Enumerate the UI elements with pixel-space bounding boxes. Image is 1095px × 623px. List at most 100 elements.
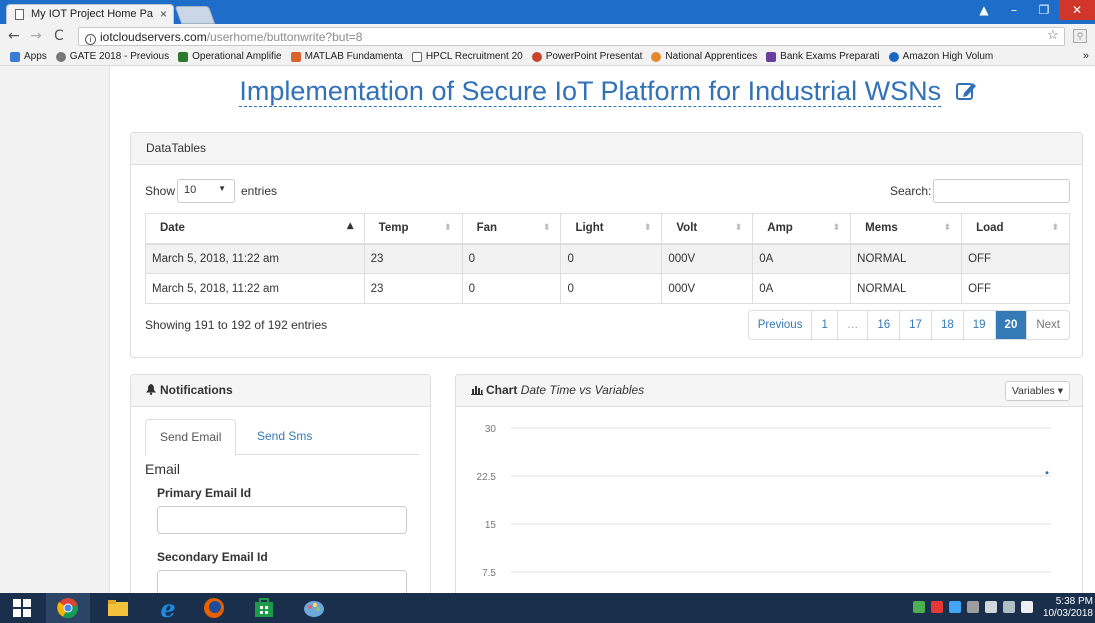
site-favicon-icon — [888, 51, 899, 62]
page-link[interactable]: 19 — [964, 311, 996, 339]
windows-logo-icon — [13, 599, 31, 617]
bookmark-hpcl[interactable]: HPCL Recruitment 20 — [411, 51, 523, 62]
table-cell: NORMAL — [850, 273, 963, 304]
bookmark-apps[interactable]: Apps — [10, 51, 47, 62]
bookmarks-bar: Apps GATE 2018 - Previous Operational Am… — [0, 48, 1095, 66]
tray-app-icon[interactable] — [913, 601, 925, 613]
tray-app-icon[interactable] — [949, 601, 961, 613]
page-title: Implementation of Secure IoT Platform fo… — [208, 76, 1008, 107]
taskbar-paint[interactable] — [292, 593, 336, 623]
bookmark-apprentices[interactable]: National Apprentices — [651, 51, 757, 62]
bookmark-gate[interactable]: GATE 2018 - Previous — [55, 51, 169, 62]
reload-icon[interactable]: C — [54, 28, 64, 44]
search-label: Search: — [890, 184, 932, 198]
table-cell: March 5, 2018, 11:22 am — [145, 243, 365, 274]
site-favicon-icon — [651, 51, 662, 62]
show-label: Show — [145, 184, 176, 198]
page-length-select[interactable]: 10 ▼ — [177, 179, 235, 203]
browser-tab[interactable]: My IOT Project Home Pa × — [6, 4, 174, 24]
page-link[interactable]: 16 — [868, 311, 901, 339]
bookmark-matlab[interactable]: MATLAB Fundamenta — [290, 51, 403, 62]
column-header-light[interactable]: Light ⬍ — [560, 213, 663, 245]
sort-icon: ⬍ — [643, 223, 652, 233]
gear-icon — [55, 51, 66, 62]
bookmark-amazon[interactable]: Amazon High Volum — [888, 51, 993, 62]
sort-icon: ⬍ — [832, 223, 841, 233]
start-button[interactable] — [0, 593, 44, 623]
primary-email-field[interactable] — [157, 506, 407, 534]
page-link[interactable]: 17 — [900, 311, 932, 339]
site-favicon-icon — [766, 51, 777, 62]
close-tab-icon[interactable]: × — [160, 7, 167, 21]
tab-send-email[interactable]: Send Email — [145, 419, 237, 456]
clock[interactable]: 5:38 PM 10/03/2018 — [1043, 596, 1093, 620]
info-icon[interactable]: i — [85, 34, 96, 45]
tray-app-icon[interactable] — [931, 601, 943, 613]
datatables-heading: DataTables — [131, 133, 1082, 165]
web-page: Implementation of Secure IoT Platform fo… — [0, 66, 1095, 593]
sort-icon: ⬍ — [734, 223, 743, 233]
bookmark-bank-exams[interactable]: Bank Exams Preparati — [766, 51, 880, 62]
caret-down-icon: ▼ — [218, 184, 226, 193]
minimize-icon[interactable]: – — [999, 0, 1029, 20]
url-input[interactable]: i iotcloudservers.com/userhome/buttonwrit… — [78, 27, 1065, 46]
taskbar-ie[interactable]: e — [146, 593, 190, 623]
chart-heading-label: Chart — [486, 383, 518, 397]
datatables-panel: DataTables Show 10 ▼ entries Search: Dat… — [130, 132, 1083, 358]
column-header-load[interactable]: Load ⬍ — [961, 213, 1070, 245]
bookmark-powerpoint[interactable]: PowerPoint Presentat — [531, 51, 642, 62]
clock-date: 10/03/2018 — [1042, 608, 1093, 619]
page-title-text[interactable]: Implementation of Secure IoT Platform fo… — [239, 76, 942, 107]
column-header-volt[interactable]: Volt ⬍ — [661, 213, 754, 245]
email-section-heading: Email — [145, 461, 181, 477]
page-link[interactable]: 18 — [932, 311, 964, 339]
page-link-active[interactable]: 20 — [995, 311, 1028, 339]
tab-title: My IOT Project Home Pa — [31, 8, 154, 20]
column-header-temp[interactable]: Temp ⬍ — [363, 213, 463, 245]
chart-heading-subtitle: Date Time vs Variables — [520, 383, 645, 397]
tab-send-sms[interactable]: Send Sms — [243, 419, 326, 455]
restore-icon[interactable]: ❐ — [1029, 0, 1059, 20]
notification-tabs: Send Email Send Sms — [145, 419, 419, 456]
tray-app-icon[interactable] — [967, 601, 979, 613]
table-cell: 0 — [560, 273, 663, 304]
sort-asc-icon: ▲ — [346, 221, 354, 231]
taskbar-store[interactable] — [242, 593, 286, 623]
secondary-email-label: Secondary Email Id — [157, 550, 268, 564]
bookmark-star-icon[interactable]: ☆ — [1047, 27, 1059, 43]
taskbar-chrome[interactable] — [46, 593, 90, 623]
taskbar: e 5:38 PM 10/03/2018 — [0, 593, 1095, 623]
column-header-date[interactable]: Date ▲ — [145, 213, 365, 245]
search-input[interactable] — [933, 179, 1070, 203]
chart-data-point[interactable] — [1045, 471, 1049, 475]
taskbar-file-explorer[interactable] — [96, 593, 140, 623]
user-icon[interactable]: ▲ — [969, 0, 999, 20]
new-tab-button[interactable] — [174, 6, 216, 24]
page-previous[interactable]: Previous — [749, 311, 813, 339]
page-link[interactable]: 1 — [812, 311, 838, 339]
window-controls: ▲ – ❐ ✕ — [969, 0, 1095, 22]
flag-icon[interactable] — [985, 601, 997, 613]
system-tray — [913, 601, 1033, 613]
more-bookmarks-icon[interactable]: » — [1083, 50, 1089, 62]
datatable-controls: Show 10 ▼ entries Search: — [145, 179, 1070, 203]
chart-panel: Chart Date Time vs Variables Variables ▾… — [455, 374, 1083, 593]
page-ellipsis: … — [838, 311, 869, 339]
url-host: iotcloudservers.com — [100, 30, 207, 44]
table-cell: 000V — [661, 243, 754, 274]
bookmark-opamp[interactable]: Operational Amplifie — [178, 51, 282, 62]
back-icon[interactable]: ← — [8, 28, 20, 44]
edit-icon[interactable] — [955, 80, 977, 102]
page-next[interactable]: Next — [1027, 311, 1069, 339]
variables-dropdown[interactable]: Variables ▾ — [1004, 381, 1070, 401]
extension-icon[interactable]: ⚲ — [1073, 29, 1087, 43]
column-header-fan[interactable]: Fan ⬍ — [461, 213, 562, 245]
column-header-amp[interactable]: Amp ⬍ — [752, 213, 852, 245]
signal-icon[interactable] — [1021, 601, 1033, 613]
network-icon[interactable] — [1003, 601, 1015, 613]
column-header-mems[interactable]: Mems ⬍ — [850, 213, 963, 245]
close-window-icon[interactable]: ✕ — [1059, 0, 1095, 20]
taskbar-firefox[interactable] — [192, 593, 236, 623]
secondary-email-field[interactable] — [157, 570, 407, 593]
forward-icon[interactable]: → — [30, 28, 42, 44]
